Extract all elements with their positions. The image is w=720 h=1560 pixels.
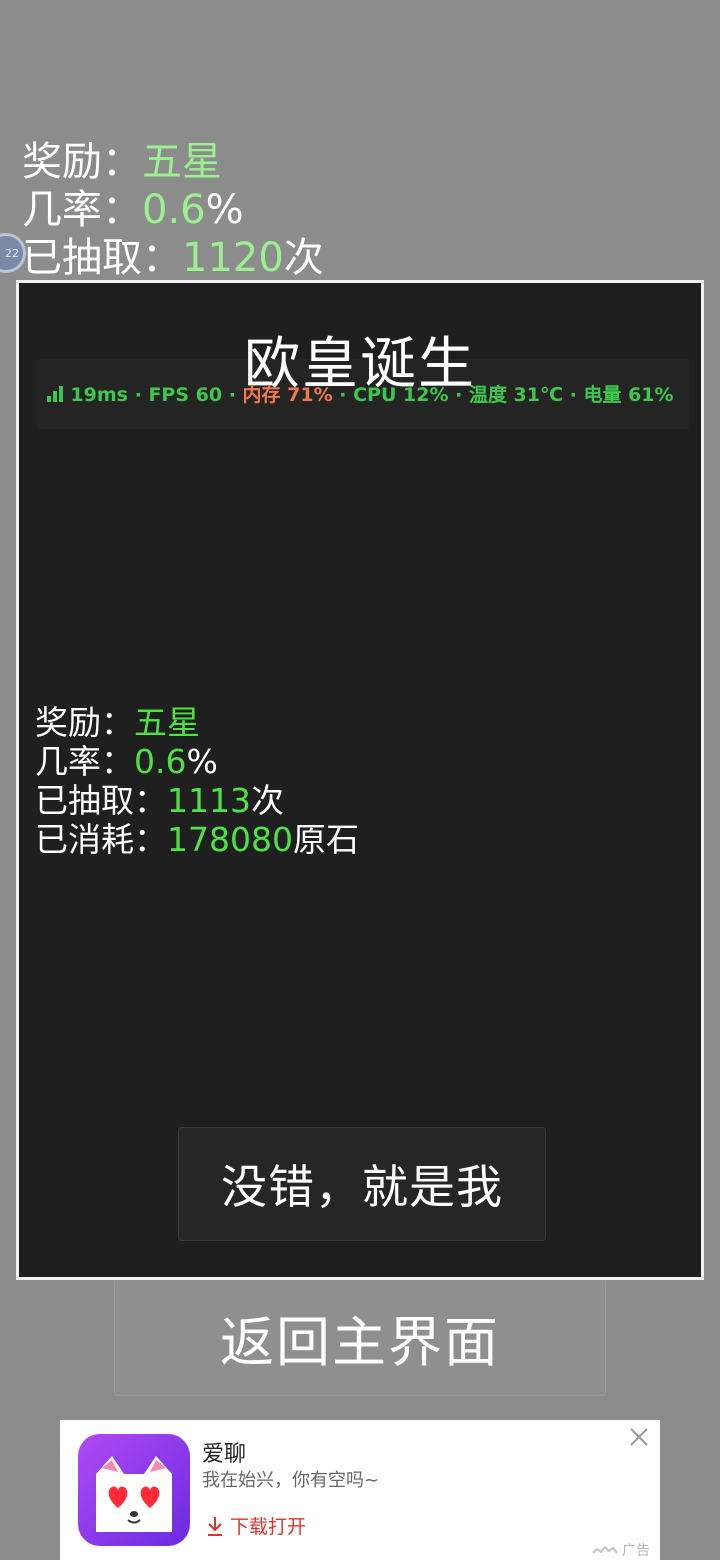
perf-cpu: CPU 12% <box>353 384 449 406</box>
perf-fps: FPS 60 <box>148 384 223 406</box>
rate-suffix: % <box>186 742 218 781</box>
bg-reward-row: 奖励：五星 <box>22 138 324 186</box>
signal-bars-icon <box>47 386 64 402</box>
perf-sep: · <box>127 384 149 406</box>
perf-sep: · <box>222 384 243 406</box>
result-dialog: 欧皇诞生 19ms · FPS 60 · 内存 71% · CPU 12% · … <box>16 280 704 1280</box>
ad-subtitle: 我在始兴，你有空吗~ <box>202 1470 380 1491</box>
bg-reward-value: 五星 <box>142 139 222 185</box>
perf-sep: · <box>563 384 584 406</box>
floating-ball-text: 22 <box>5 246 19 260</box>
bg-drawn-row: 已抽取：1120次 <box>22 234 324 282</box>
bg-rate-suffix: % <box>205 187 244 233</box>
drawn-suffix: 次 <box>250 781 284 820</box>
ad-title: 爱聊 <box>202 1442 247 1467</box>
bg-rate-label: 几率： <box>22 187 142 233</box>
spent-value: 178080 <box>167 820 293 859</box>
perf-latency: 19ms <box>70 384 128 406</box>
rate-row: 几率：0.6% <box>35 742 359 781</box>
close-icon[interactable] <box>628 1426 650 1448</box>
reward-label: 奖励： <box>35 703 134 742</box>
rate-value: 0.6 <box>134 742 187 781</box>
background-stats: 奖励：五星 几率：0.6% 已抽取：1120次 <box>22 138 324 282</box>
perf-sep: · <box>332 384 354 406</box>
drawn-label: 已抽取： <box>35 781 167 820</box>
rate-label: 几率： <box>35 742 134 781</box>
spent-row: 已消耗：178080原石 <box>35 820 359 859</box>
perf-sep: · <box>448 384 469 406</box>
ad-download-button[interactable]: 下载打开 <box>206 1512 306 1539</box>
perf-memory: 内存 71% <box>242 384 333 406</box>
perf-battery: 电量 61% <box>583 384 674 406</box>
bg-reward-label: 奖励： <box>22 139 142 185</box>
drawn-row: 已抽取：1113次 <box>35 781 359 820</box>
ad-download-label: 下载打开 <box>230 1516 307 1538</box>
spent-label: 已消耗： <box>35 820 167 859</box>
bg-drawn-suffix: 次 <box>283 235 324 281</box>
ad-mark-label: 广告 <box>622 1543 650 1559</box>
confirm-button[interactable]: 没错，就是我 <box>178 1127 546 1241</box>
performance-stats: 19ms · FPS 60 · 内存 71% · CPU 12% · 温度 31… <box>19 380 701 407</box>
bg-drawn-value: 1120 <box>182 235 284 281</box>
bg-rate-value: 0.6 <box>142 187 206 233</box>
confirm-button-label: 没错，就是我 <box>221 1160 503 1214</box>
reward-row: 奖励：五星 <box>35 703 359 742</box>
ad-banner[interactable]: 爱聊 我在始兴，你有空吗~ 下载打开 广告 <box>60 1420 660 1560</box>
perf-temperature: 温度 31℃ <box>468 384 564 406</box>
ad-mark: 广告 <box>592 1540 650 1560</box>
bg-rate-row: 几率：0.6% <box>22 186 324 234</box>
dialog-stats: 奖励：五星 几率：0.6% 已抽取：1113次 已消耗：178080原石 <box>35 703 359 859</box>
return-home-label: 返回主界面 <box>220 1310 500 1374</box>
download-arrow-icon <box>208 1516 222 1536</box>
ad-app-logo[interactable] <box>78 1434 190 1546</box>
cat-face-icon <box>96 1456 172 1532</box>
reward-value: 五星 <box>134 703 200 742</box>
bg-drawn-label: 已抽取： <box>22 235 182 281</box>
drawn-value: 1113 <box>167 781 251 820</box>
spent-suffix: 原石 <box>292 820 359 859</box>
return-home-button[interactable]: 返回主界面 <box>114 1278 606 1396</box>
ad-wave-icon <box>592 1545 618 1554</box>
